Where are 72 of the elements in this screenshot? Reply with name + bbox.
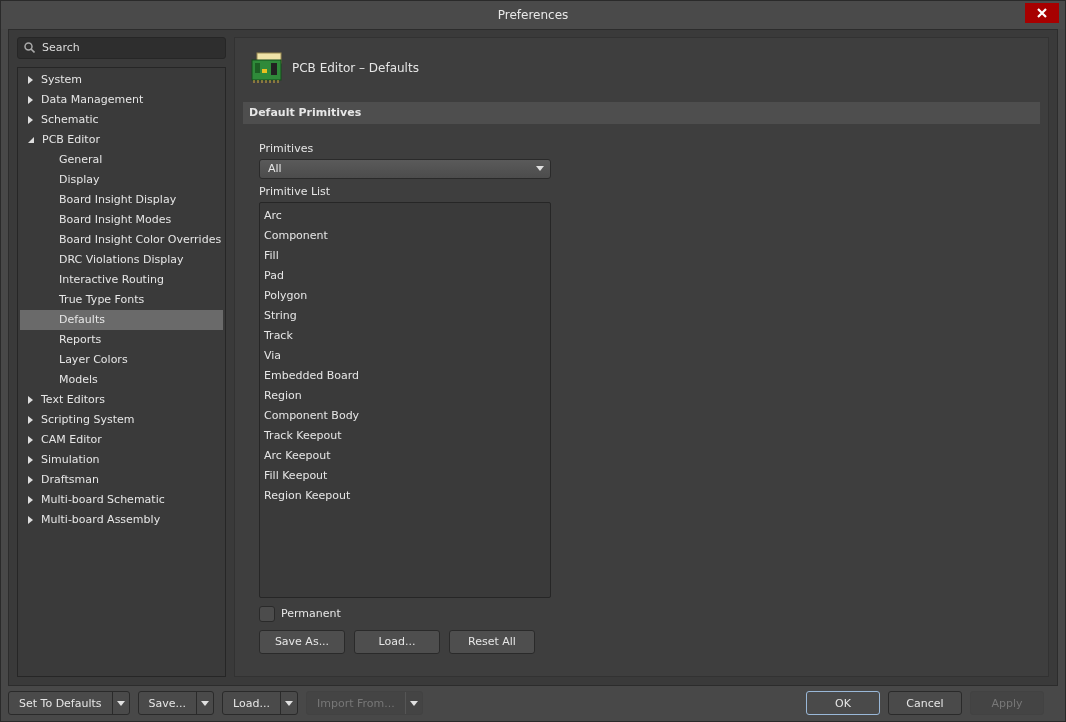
list-item[interactable]: Pad	[260, 265, 550, 286]
collapsed-arrow-icon[interactable]	[28, 475, 33, 484]
action-button[interactable]: Reset All	[449, 629, 535, 654]
close-button[interactable]	[1025, 3, 1059, 23]
tree-item[interactable]: System	[41, 73, 83, 86]
list-item[interactable]: Fill Keepout	[260, 465, 550, 486]
tree-item[interactable]: PCB Editor	[42, 133, 100, 146]
selected-tree-item[interactable]: Defaults	[20, 309, 223, 330]
primitives-dropdown[interactable]: All	[259, 158, 551, 179]
tree-item[interactable]: General	[20, 149, 223, 170]
collapsed-arrow-icon[interactable]	[28, 435, 33, 444]
dialog-button[interactable]: Cancel	[888, 691, 962, 716]
window-title: Preferences	[497, 7, 569, 22]
field-label: Primitives	[259, 141, 315, 155]
tree-item[interactable]: DRC Violations Display	[20, 249, 223, 270]
tree-item[interactable]: Models	[20, 369, 223, 390]
tree-item[interactable]: Interactive Routing	[20, 269, 223, 290]
collapsed-arrow-icon[interactable]	[28, 495, 33, 504]
collapsed-arrow-icon[interactable]	[28, 515, 33, 524]
section-header: Default Primitives	[243, 101, 1040, 124]
tree-item[interactable]: Board Insight Color Overrides	[20, 229, 223, 250]
permanent-checkbox[interactable]	[259, 605, 275, 622]
list-item[interactable]: Component Body	[260, 405, 550, 426]
close-icon	[1037, 8, 1047, 18]
tree-item[interactable]: Data Management	[41, 93, 144, 106]
collapsed-arrow-icon[interactable]	[28, 75, 33, 84]
list-item[interactable]: Region Keepout	[260, 485, 550, 506]
list-item[interactable]: Fill	[260, 245, 550, 266]
page-title: PCB Editor – Defaults	[292, 60, 419, 75]
caret-icon	[284, 700, 293, 706]
tree-item[interactable]: Multi-board Assembly	[41, 513, 161, 526]
tree-item[interactable]: Draftsman	[41, 473, 99, 486]
tree-item[interactable]: CAM Editor	[41, 433, 102, 446]
tree-item[interactable]: True Type Fonts	[20, 289, 223, 310]
tree-item[interactable]: Scripting System	[41, 413, 135, 426]
circuit-board-icon	[251, 51, 283, 84]
tree-item[interactable]: Board Insight Display	[20, 189, 223, 210]
list-item[interactable]: Embedded Board	[260, 365, 550, 386]
field-label: Primitive List	[259, 184, 332, 198]
dropdown-caret-icon	[536, 166, 544, 171]
collapsed-arrow-icon[interactable]	[28, 95, 33, 104]
tree-item[interactable]: Board Insight Modes	[20, 209, 223, 230]
list-item[interactable]: Arc	[260, 205, 550, 226]
tree-item[interactable]: Schematic	[41, 113, 99, 126]
list-item[interactable]: Arc Keepout	[260, 445, 550, 466]
tree-item[interactable]: Display	[20, 169, 223, 190]
checkbox-label: Permanent	[281, 607, 341, 620]
collapsed-arrow-icon[interactable]	[28, 115, 33, 124]
expanded-arrow-icon[interactable]	[28, 136, 34, 143]
search-icon	[24, 41, 35, 53]
tree-item[interactable]: Layer Colors	[20, 349, 223, 370]
list-item[interactable]: String	[260, 305, 550, 326]
caret-icon	[409, 700, 418, 706]
collapsed-arrow-icon[interactable]	[28, 455, 33, 464]
list-item[interactable]: Track	[260, 325, 550, 346]
action-button[interactable]: Load...	[354, 629, 440, 654]
tree-item[interactable]: Multi-board Schematic	[41, 493, 165, 506]
tree-item[interactable]: Reports	[20, 329, 223, 350]
search-field[interactable]: Search	[17, 36, 226, 59]
list-item[interactable]: Component	[260, 225, 550, 246]
list-item[interactable]: Region	[260, 385, 550, 406]
caret-icon	[116, 700, 125, 706]
caret-icon	[201, 700, 210, 706]
tree-item[interactable]: Text Editors	[41, 393, 106, 406]
list-item[interactable]: Via	[260, 345, 550, 366]
collapsed-arrow-icon[interactable]	[28, 395, 33, 404]
collapsed-arrow-icon[interactable]	[28, 415, 33, 424]
list-item[interactable]: Track Keepout	[260, 425, 550, 446]
dialog-button[interactable]: OK	[806, 691, 880, 716]
action-button[interactable]: Save As...	[259, 629, 345, 654]
tree-item[interactable]: Simulation	[41, 453, 100, 466]
list-item[interactable]: Polygon	[260, 285, 550, 306]
